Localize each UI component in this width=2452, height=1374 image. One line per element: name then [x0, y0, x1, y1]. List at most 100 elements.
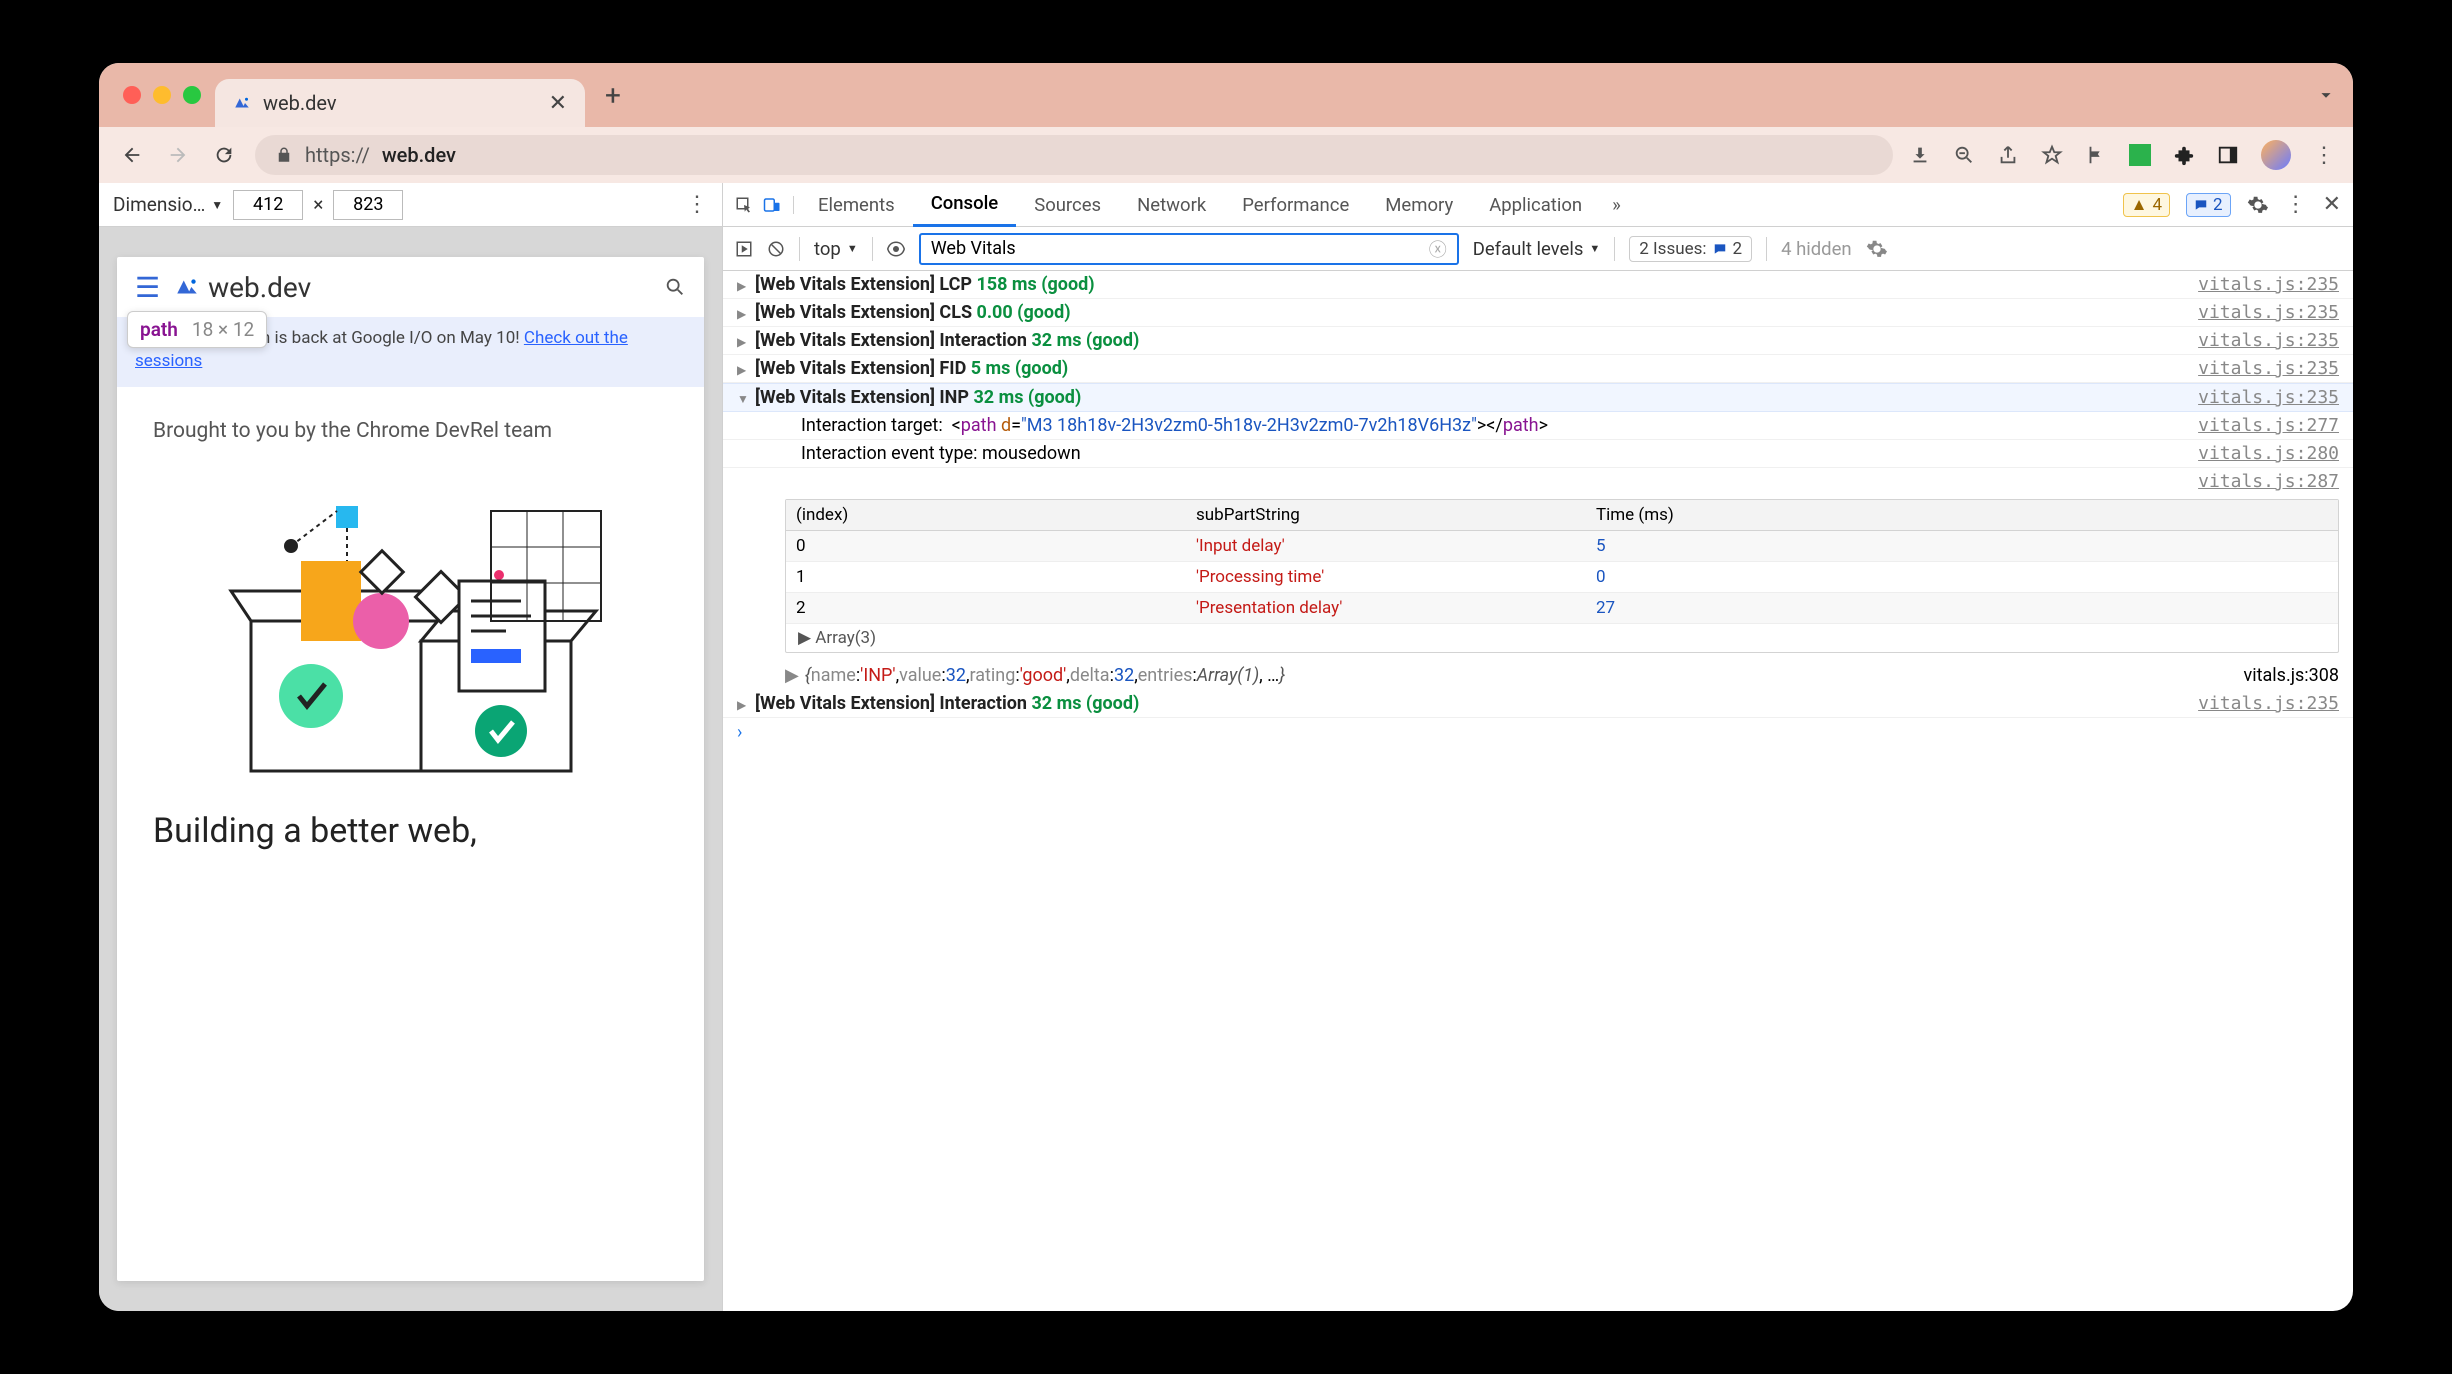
dimensions-bar: Dimensio… ▼ × ⋮: [99, 183, 722, 227]
source-link[interactable]: vitals.js:235: [2198, 330, 2339, 351]
log-row[interactable]: [Web Vitals Extension] INP 32 ms (good)v…: [723, 383, 2353, 412]
zoom-icon[interactable]: [1953, 144, 1975, 166]
console-filter[interactable]: ⓧ: [919, 233, 1459, 265]
hamburger-icon[interactable]: ☰: [135, 271, 160, 304]
toolbar-actions: ⋮: [1909, 140, 2335, 170]
log-row[interactable]: [Web Vitals Extension] CLS 0.00 (good)vi…: [723, 299, 2353, 327]
reload-button[interactable]: [209, 140, 239, 170]
address-bar[interactable]: https:// web.dev: [255, 135, 1893, 175]
titlebar: web.dev ✕ +: [99, 63, 2353, 127]
log-row[interactable]: [Web Vitals Extension] FID 5 ms (good)vi…: [723, 355, 2353, 383]
tab-elements[interactable]: Elements: [800, 183, 913, 227]
source-link[interactable]: vitals.js:287: [2198, 471, 2339, 492]
tab-sources[interactable]: Sources: [1016, 183, 1119, 227]
table-row: 2'Presentation delay'27: [786, 593, 2338, 624]
warnings-badge[interactable]: ▲ 4: [2123, 193, 2170, 217]
log-detail: Interaction target: <path d="M3 18h18v-2…: [723, 412, 2353, 440]
source-link[interactable]: vitals.js:235: [2198, 387, 2339, 408]
tab-application[interactable]: Application: [1471, 183, 1600, 227]
share-icon[interactable]: [1997, 144, 2019, 166]
maximize-window-icon[interactable]: [183, 86, 201, 104]
tab-memory[interactable]: Memory: [1367, 183, 1471, 227]
logo-icon: [174, 274, 200, 300]
download-icon[interactable]: [1909, 144, 1931, 166]
device-select[interactable]: Dimensio… ▼: [113, 193, 223, 216]
log-row[interactable]: [Web Vitals Extension] LCP 158 ms (good)…: [723, 271, 2353, 299]
clear-filter-icon[interactable]: ⓧ: [1429, 236, 1447, 262]
filter-input[interactable]: [931, 238, 1429, 259]
context-select[interactable]: top ▼: [814, 238, 858, 260]
gear-icon[interactable]: [2247, 194, 2269, 216]
search-icon[interactable]: [664, 276, 686, 298]
hero-heading: Building a better web,: [153, 811, 668, 851]
star-icon[interactable]: [2041, 144, 2063, 166]
issues-button[interactable]: 2 Issues: 2: [1629, 236, 1752, 262]
source-link[interactable]: vitals.js:235: [2198, 302, 2339, 323]
messages-badge[interactable]: 2: [2186, 193, 2231, 217]
tab-performance[interactable]: Performance: [1224, 183, 1367, 227]
tab-title: web.dev: [263, 91, 337, 115]
source-link[interactable]: vitals.js:235: [2198, 358, 2339, 379]
dropdown-icon: ▼: [211, 198, 223, 212]
devtools-panel: Elements Console Sources Network Perform…: [723, 183, 2353, 1311]
forward-button[interactable]: [163, 140, 193, 170]
console-output[interactable]: [Web Vitals Extension] LCP 158 ms (good)…: [723, 271, 2353, 1311]
browser-menu-icon[interactable]: ⋮: [2313, 143, 2335, 168]
minimize-window-icon[interactable]: [153, 86, 171, 104]
table-row: 0'Input delay'5: [786, 531, 2338, 562]
clear-console-icon[interactable]: [767, 240, 785, 258]
table-header: Time (ms): [1586, 500, 2338, 530]
width-input[interactable]: [233, 190, 303, 220]
source-link[interactable]: vitals.js:235: [2198, 693, 2339, 714]
site-favicon-icon: [233, 94, 251, 112]
tab-network[interactable]: Network: [1119, 183, 1224, 227]
flag-icon[interactable]: [2085, 144, 2107, 166]
log-row[interactable]: [Web Vitals Extension] Interaction 32 ms…: [723, 690, 2353, 718]
url-host: web.dev: [382, 143, 456, 167]
live-expression-icon[interactable]: [887, 240, 905, 258]
element-tooltip: path 18 × 12: [127, 311, 267, 348]
window-controls: [115, 86, 201, 104]
devtools-tabbar: Elements Console Sources Network Perform…: [723, 183, 2353, 227]
table-header: subPartString: [1186, 500, 1586, 530]
toolbar: https:// web.dev ⋮: [99, 127, 2353, 183]
log-object[interactable]: ▶{name: 'INP', value: 32, rating: 'good'…: [723, 661, 2353, 690]
browser-window: web.dev ✕ + https:// web.dev ⋮: [99, 63, 2353, 1311]
height-input[interactable]: [333, 190, 403, 220]
devtools-close-icon[interactable]: ✕: [2323, 192, 2341, 217]
log-row[interactable]: [Web Vitals Extension] Interaction 32 ms…: [723, 327, 2353, 355]
tabs-overflow-icon[interactable]: »: [1612, 194, 1621, 216]
source-link[interactable]: vitals.js:235: [2198, 274, 2339, 295]
tab-console[interactable]: Console: [913, 183, 1017, 227]
back-button[interactable]: [117, 140, 147, 170]
url-scheme: https://: [305, 143, 370, 167]
inspect-icon[interactable]: [735, 196, 753, 214]
tabs-overflow-icon[interactable]: [2315, 84, 2337, 106]
console-prompt[interactable]: ›: [723, 718, 2353, 747]
console-settings-icon[interactable]: [1866, 238, 1888, 260]
profile-avatar[interactable]: [2261, 140, 2291, 170]
log-levels-select[interactable]: Default levels ▼: [1473, 238, 1601, 260]
close-window-icon[interactable]: [123, 86, 141, 104]
log-detail: vitals.js:287: [723, 468, 2353, 495]
tab-close-icon[interactable]: ✕: [549, 91, 567, 116]
devrel-credit: Brought to you by the Chrome DevRel team: [153, 419, 668, 443]
sidepanel-icon[interactable]: [2217, 144, 2239, 166]
devtools-menu-icon[interactable]: ⋮: [2285, 192, 2307, 217]
source-link[interactable]: vitals.js:280: [2198, 443, 2339, 464]
new-tab-button[interactable]: +: [605, 79, 621, 112]
source-link[interactable]: vitals.js:277: [2198, 415, 2339, 436]
device-preview-panel: Dimensio… ▼ × ⋮ ☰ web.dev: [99, 183, 723, 1311]
extension-icon[interactable]: [2129, 144, 2151, 166]
site-logo[interactable]: web.dev: [174, 271, 311, 304]
hero-illustration: [201, 471, 621, 791]
hidden-count: 4 hidden: [1781, 238, 1852, 260]
tooltip-size: 18 × 12: [192, 318, 254, 341]
device-menu-icon[interactable]: ⋮: [686, 192, 708, 217]
play-icon[interactable]: [735, 240, 753, 258]
extensions-icon[interactable]: [2173, 144, 2195, 166]
source-link[interactable]: vitals.js:308: [2244, 665, 2340, 686]
device-toggle-icon[interactable]: [763, 196, 781, 214]
browser-tab[interactable]: web.dev ✕: [215, 79, 585, 127]
array-toggle[interactable]: ▶ Array(3): [786, 624, 2338, 652]
